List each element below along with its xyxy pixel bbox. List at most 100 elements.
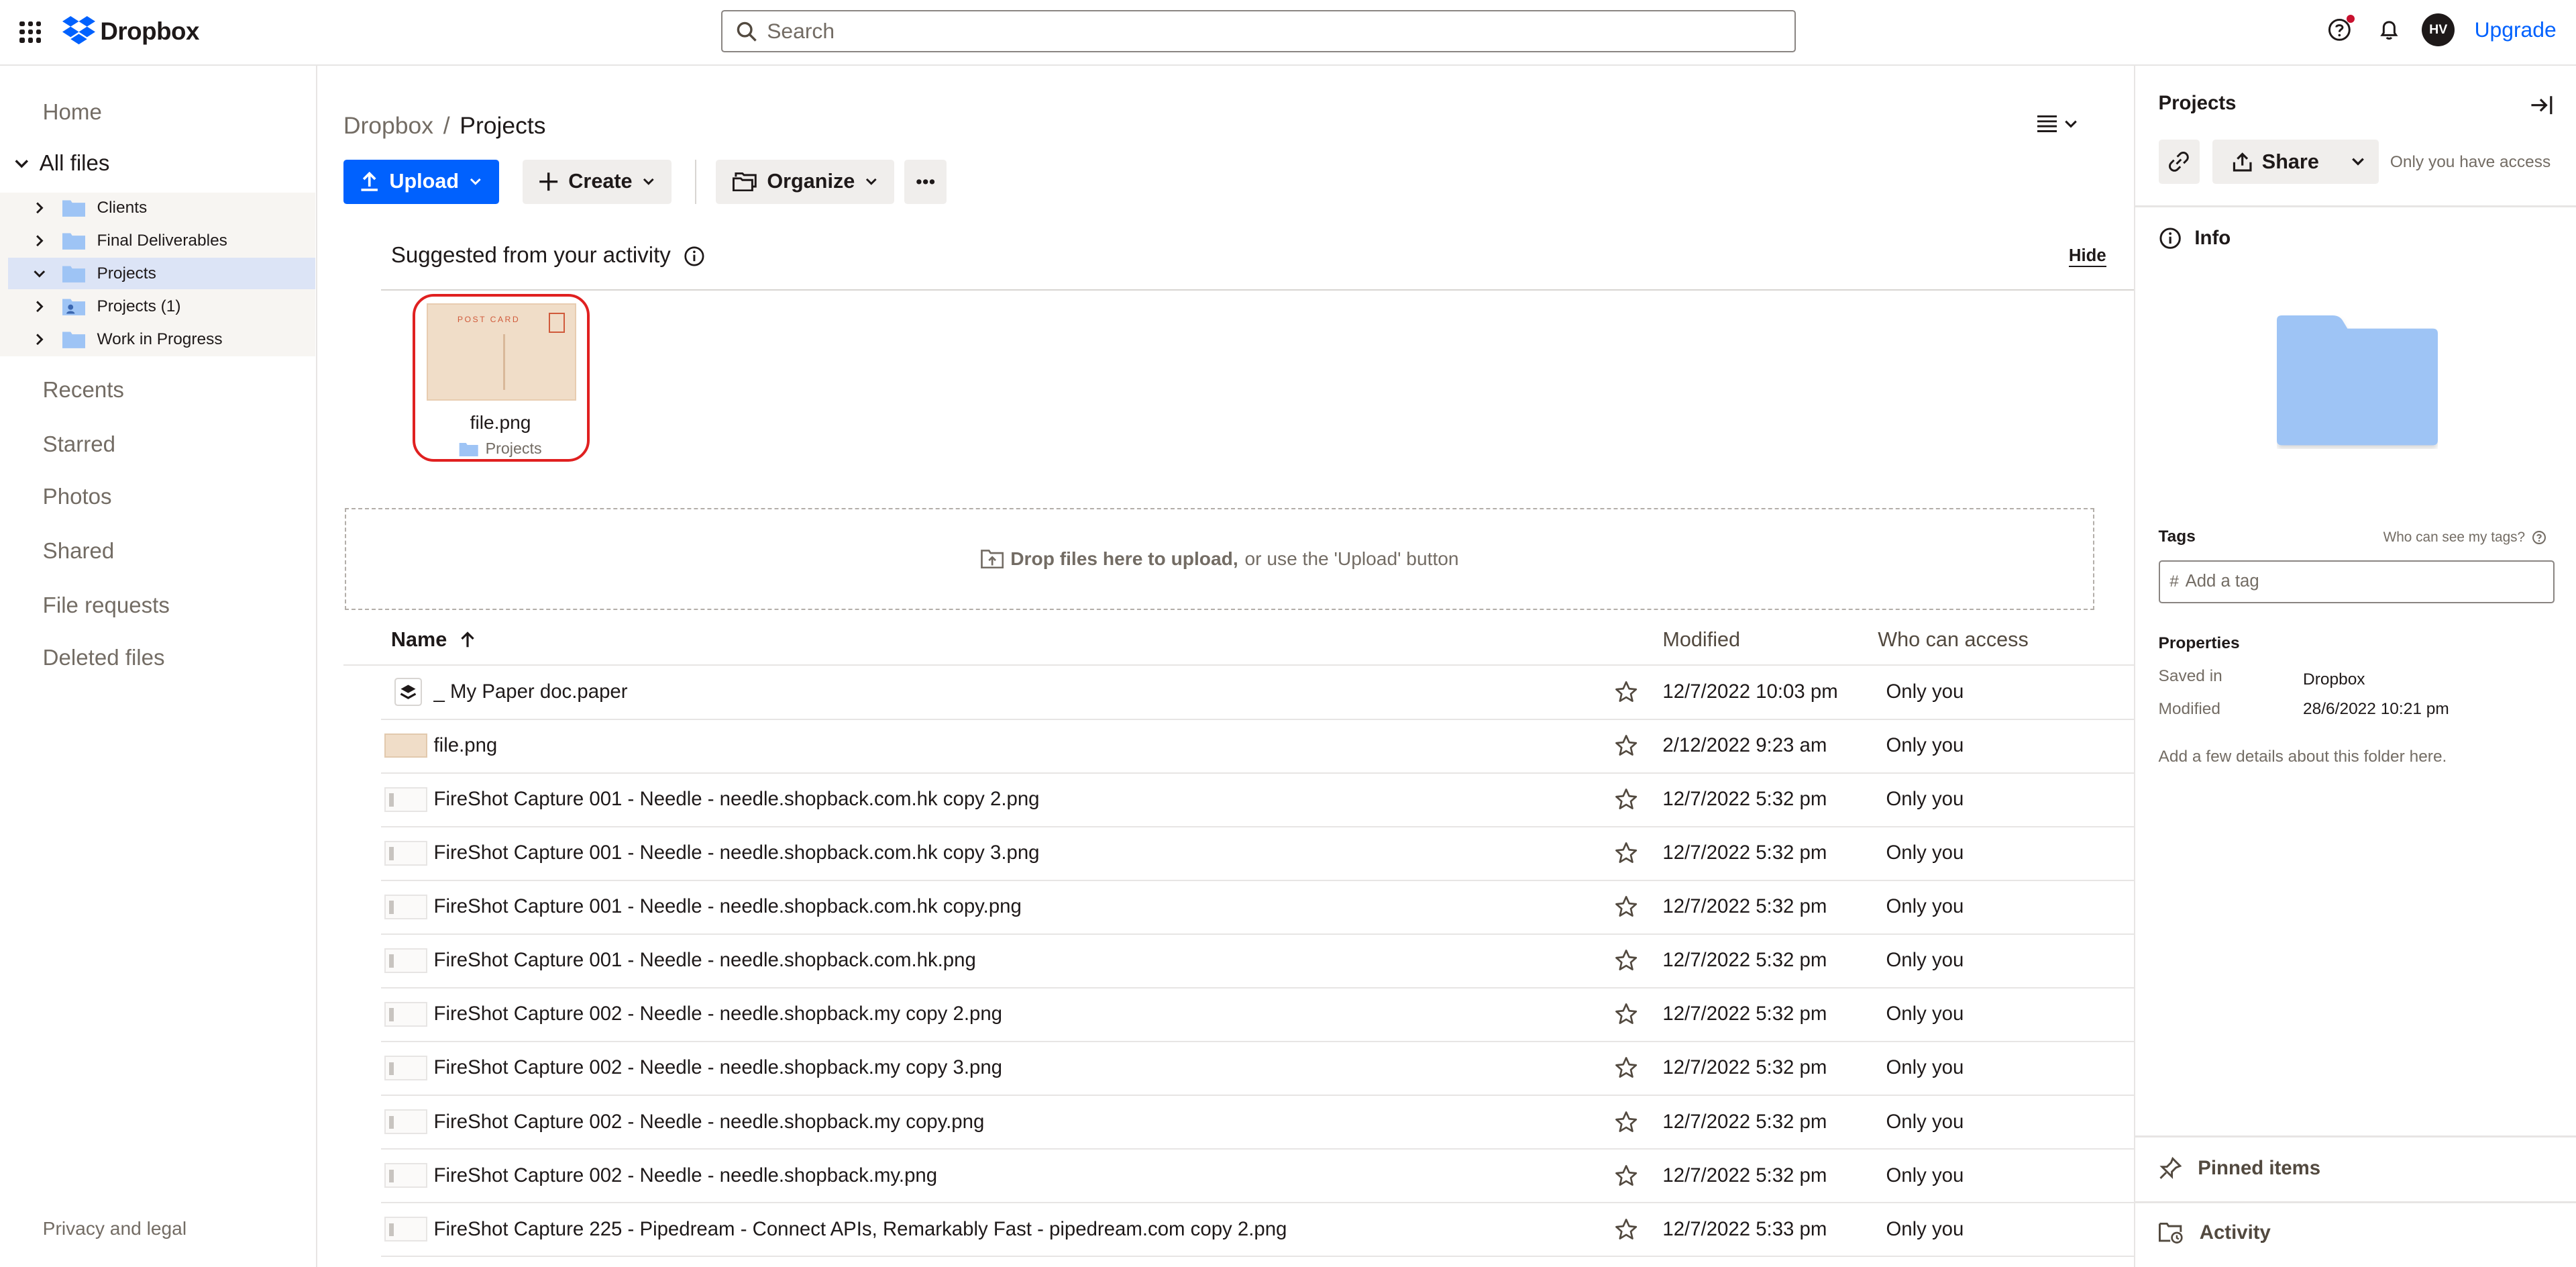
table-row[interactable]: FireShot Capture 002 - Needle - needle.s… <box>381 1150 2135 1204</box>
tags-help-link[interactable]: Who can see my tags? <box>2383 529 2546 546</box>
tree-item-projects[interactable]: Projects <box>8 258 316 289</box>
star-icon[interactable] <box>1615 895 1638 923</box>
avatar[interactable]: HV <box>2422 13 2455 46</box>
chevron-down-icon <box>2065 120 2077 128</box>
sidebar-item-recents[interactable]: Recents <box>43 378 124 403</box>
tag-input-field[interactable]: # <box>2158 560 2555 603</box>
file-name[interactable]: FireShot Capture 002 - Needle - needle.s… <box>434 1111 985 1133</box>
app-grid-icon[interactable] <box>19 21 42 43</box>
star-icon[interactable] <box>1615 1003 1638 1031</box>
activity-button[interactable]: Activity <box>2158 1221 2271 1244</box>
share-button[interactable]: Share <box>2212 140 2379 185</box>
tree-item-projects-1[interactable]: Projects (1) <box>8 291 315 322</box>
file-modified: 12/7/2022 5:32 pm <box>1662 1164 1827 1186</box>
sidebar-item-file-requests[interactable]: File requests <box>43 593 170 619</box>
chevron-right-icon[interactable] <box>30 234 49 248</box>
file-name[interactable]: FireShot Capture 001 - Needle - needle.s… <box>434 895 1022 918</box>
info-icon[interactable] <box>684 246 705 267</box>
column-header-modified[interactable]: Modified <box>1662 628 1740 652</box>
pinned-items-button[interactable]: Pinned items <box>2159 1157 2321 1180</box>
table-row[interactable]: FireShot Capture 001 - Needle - needle.s… <box>381 773 2135 827</box>
chevron-right-icon[interactable] <box>30 333 49 346</box>
sidebar-item-photos[interactable]: Photos <box>43 485 112 510</box>
table-row[interactable]: FireShot Capture 001 - Needle - needle.s… <box>381 827 2135 881</box>
suggested-section-title: Suggested from your activity <box>391 243 705 268</box>
file-access: Only you <box>1886 1056 1964 1079</box>
star-icon[interactable] <box>1615 1056 1638 1084</box>
file-name[interactable]: FireShot Capture 001 - Needle - needle.s… <box>434 949 976 972</box>
main-content: Dropbox / Projects Upload Create Organiz… <box>317 66 2135 1267</box>
info-section-header: Info <box>2159 227 2231 250</box>
tree-item-final-deliverables[interactable]: Final Deliverables <box>8 225 315 256</box>
column-header-name[interactable]: Name <box>391 628 475 652</box>
file-name[interactable]: _ My Paper doc.paper <box>434 680 628 703</box>
star-icon[interactable] <box>1615 680 1638 709</box>
access-status: Only you have access <box>2390 152 2551 171</box>
chevron-down-icon[interactable] <box>2351 154 2365 169</box>
sidebar-item-starred[interactable]: Starred <box>43 432 115 458</box>
file-name[interactable]: FireShot Capture 001 - Needle - needle.s… <box>434 842 1040 864</box>
dropbox-logo[interactable]: Dropbox <box>62 16 199 46</box>
table-row[interactable]: FireShot Capture 002 - Needle - needle.s… <box>381 988 2135 1043</box>
file-access: Only you <box>1886 680 1964 703</box>
star-icon[interactable] <box>1615 788 1638 816</box>
star-icon[interactable] <box>1615 1218 1638 1246</box>
collapse-panel-icon[interactable] <box>2530 92 2553 121</box>
hide-suggestions-link[interactable]: Hide <box>2068 246 2106 268</box>
view-toggle-button[interactable] <box>2037 115 2078 133</box>
organize-button[interactable]: Organize <box>716 159 895 204</box>
star-icon[interactable] <box>1615 734 1638 762</box>
add-details-link[interactable]: Add a few details about this folder here… <box>2159 748 2447 766</box>
sidebar-item-home[interactable]: Home <box>43 100 102 125</box>
copy-link-button[interactable] <box>2158 140 2200 185</box>
file-name[interactable]: FireShot Capture 001 - Needle - needle.s… <box>434 788 1040 811</box>
upload-button[interactable]: Upload <box>343 159 500 204</box>
tag-input[interactable] <box>2185 572 2514 592</box>
tree-item-clients[interactable]: Clients <box>8 193 315 224</box>
star-icon[interactable] <box>1615 842 1638 870</box>
table-row[interactable]: FireShot Capture 225 - Pipedream - Conne… <box>381 1203 2135 1258</box>
image-thumbnail <box>384 733 427 758</box>
chevron-down-icon <box>865 175 878 189</box>
table-row[interactable]: FireShot Capture 002 - Needle - needle.s… <box>381 1042 2135 1097</box>
table-row[interactable]: FireShot Capture 001 - Needle - needle.s… <box>381 880 2135 935</box>
search-input[interactable] <box>767 19 1753 44</box>
file-name[interactable]: FireShot Capture 225 - Pipedream - Conne… <box>434 1218 1287 1241</box>
star-icon[interactable] <box>1615 1111 1638 1139</box>
organize-label: Organize <box>767 170 855 193</box>
sidebar-item-deleted-files[interactable]: Deleted files <box>43 646 165 671</box>
tree-item-work-in-progress[interactable]: Work in Progress <box>8 323 315 355</box>
notifications-button[interactable] <box>2373 13 2406 46</box>
create-button[interactable]: Create <box>522 159 672 204</box>
table-row[interactable]: file.png 2/12/2022 9:23 am Only you <box>381 719 2135 774</box>
hash-icon: # <box>2169 572 2179 591</box>
file-name[interactable]: FireShot Capture 002 - Needle - needle.s… <box>434 1164 938 1187</box>
sidebar-item-all-files[interactable]: All files <box>13 151 109 176</box>
search-bar[interactable] <box>721 9 1796 53</box>
help-button[interactable] <box>2323 13 2356 46</box>
chevron-right-icon[interactable] <box>30 201 49 215</box>
paper-doc-icon <box>394 678 423 706</box>
upload-dropzone[interactable]: Drop files here to upload, or use the 'U… <box>345 507 2095 610</box>
file-modified: 12/7/2022 5:32 pm <box>1662 1003 1827 1025</box>
table-row[interactable]: FireShot Capture 001 - Needle - needle.s… <box>381 934 2135 989</box>
chevron-right-icon[interactable] <box>30 300 49 313</box>
privacy-link[interactable]: Privacy and legal <box>43 1218 186 1239</box>
file-name[interactable]: file.png <box>434 734 498 757</box>
suggested-file-card[interactable]: POST CARD file.png Projects <box>412 294 590 462</box>
link-icon <box>2169 152 2190 172</box>
star-icon[interactable] <box>1615 949 1638 977</box>
file-name[interactable]: FireShot Capture 002 - Needle - needle.s… <box>434 1003 1002 1025</box>
sidebar-item-shared[interactable]: Shared <box>43 539 115 564</box>
info-panel: Projects Share Only you have access Info… <box>2134 65 2576 1267</box>
upgrade-link[interactable]: Upgrade <box>2475 17 2557 42</box>
table-row[interactable]: _ My Paper doc.paper 12/7/2022 10:03 pm On… <box>381 666 2135 720</box>
star-icon[interactable] <box>1615 1164 1638 1193</box>
notification-dot <box>2346 15 2355 23</box>
file-name[interactable]: FireShot Capture 002 - Needle - needle.s… <box>434 1056 1002 1079</box>
more-actions-button[interactable] <box>904 159 947 204</box>
table-row[interactable]: FireShot Capture 002 - Needle - needle.s… <box>381 1095 2135 1150</box>
pinned-items-label: Pinned items <box>2198 1157 2321 1180</box>
breadcrumb-root[interactable]: Dropbox <box>343 112 433 140</box>
chevron-down-icon[interactable] <box>30 267 49 281</box>
